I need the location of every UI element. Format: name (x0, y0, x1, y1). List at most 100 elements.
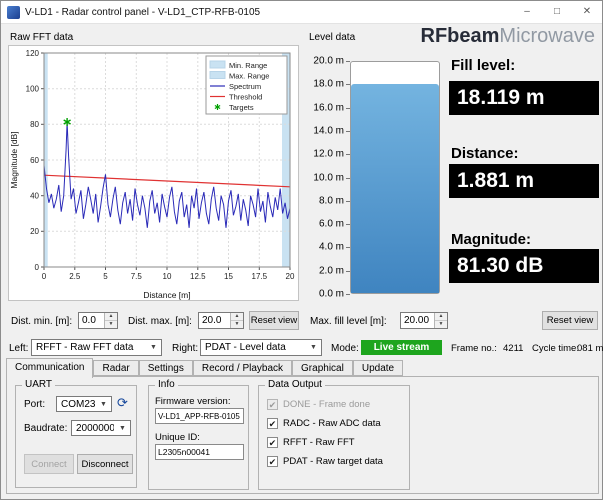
level-gauge: 20.0 m 18.0 m 16.0 m 14.0 m 12.0 m 10.0 m 8.0 … (306, 51, 440, 303)
spin-up-icon[interactable]: ▲ (435, 313, 447, 320)
communication-tab-panel: UART Port: COM23 ▼ ⟳ Baudrate: 2000000 ▼… (6, 376, 599, 494)
chevron-down-icon[interactable]: ▼ (96, 397, 111, 411)
spinner-buttons[interactable]: ▲ ▼ (230, 313, 243, 328)
unique-id-label: Unique ID: (155, 432, 200, 443)
level-section-title: Level data (309, 32, 356, 43)
window-controls: – □ ✕ (512, 1, 602, 23)
fft-plot-svg: 0 2.5 5 7.5 10 12.5 15 17.5 20 0 20 40 60 80 100 120 Dis… (9, 46, 298, 300)
chevron-down-icon[interactable]: ▼ (146, 340, 161, 355)
gauge-tick-label: 10.0 m (313, 172, 344, 183)
fft-plot: 0 2.5 5 7.5 10 12.5 15 17.5 20 0 20 40 60 80 100 120 Dis… (9, 46, 298, 305)
cycle-time-value: 081 ms (577, 343, 603, 354)
brand-microwave: Microwave (499, 25, 595, 47)
gauge-tickmark (346, 130, 350, 132)
right-plot-select[interactable]: PDAT - Level data ▼ (200, 339, 322, 356)
svg-text:80: 80 (30, 120, 39, 129)
tab-strip: Communication Radar Settings Record / Playb… (6, 358, 597, 378)
spinner-buttons[interactable]: ▲ ▼ (434, 313, 447, 328)
checkbox[interactable]: ✔ (267, 437, 278, 449)
svg-text:20: 20 (30, 227, 39, 236)
distance-value: 1.881 m (449, 164, 599, 198)
output-option-row: ✔ RADC - Raw ADC data (267, 415, 405, 434)
checkbox-label: DONE - Frame done (283, 399, 371, 411)
gauge-tickmark (346, 270, 350, 272)
fft-chart[interactable]: 0 2.5 5 7.5 10 12.5 15 17.5 20 0 20 40 60 80 100 120 Dis… (8, 45, 299, 301)
svg-text:Distance [m]: Distance [m] (143, 290, 190, 300)
gauge-tickmark (346, 84, 350, 86)
gauge-tickmark (346, 294, 350, 295)
svg-text:Max. Range: Max. Range (229, 71, 269, 80)
spin-up-icon[interactable]: ▲ (105, 313, 117, 320)
maximize-button[interactable]: □ (542, 1, 572, 23)
spinner-buttons[interactable]: ▲ ▼ (104, 313, 117, 328)
dist-min-spinner[interactable]: 0.0 ▲ ▼ (78, 312, 118, 329)
tab-graphical[interactable]: Graphical (292, 360, 353, 376)
gauge-tickmark (346, 61, 350, 62)
title-bar: V-LD1 - Radar control panel - V-LD1_CTP-… (1, 1, 602, 24)
connect-button: Connect (24, 454, 74, 474)
dist-max-value: 20.0 (202, 315, 222, 326)
info-group-title: Info (155, 379, 178, 390)
svg-text:40: 40 (30, 192, 39, 201)
data-output-group-title: Data Output (265, 379, 325, 390)
checkbox: ✔ (267, 399, 278, 411)
level-reset-view-button[interactable]: Reset view (542, 311, 598, 330)
baudrate-select[interactable]: 2000000 ▼ (71, 420, 131, 436)
svg-text:Targets: Targets (229, 103, 254, 112)
checkbox[interactable]: ✔ (267, 418, 278, 430)
spin-down-icon[interactable]: ▼ (105, 320, 117, 328)
disconnect-button[interactable]: Disconnect (77, 454, 133, 474)
spin-down-icon[interactable]: ▼ (435, 320, 447, 328)
svg-text:Min. Range: Min. Range (229, 61, 267, 70)
output-option-row: ✔ RFFT - Raw FFT (267, 434, 405, 453)
tab-record-playback[interactable]: Record / Playback (192, 360, 293, 376)
checkbox[interactable]: ✔ (267, 456, 278, 468)
max-fill-value: 20.00 (404, 315, 430, 326)
gauge-tick-label: 6.0 m (318, 218, 344, 230)
output-option-row: ✔ PDAT - Raw target data (267, 453, 405, 472)
gauge-tick-label: 0.0 m (318, 288, 344, 300)
unique-id-field[interactable]: L2305n00041 (155, 444, 244, 460)
spin-down-icon[interactable]: ▼ (231, 320, 243, 328)
tab-settings[interactable]: Settings (138, 360, 193, 376)
spin-up-icon[interactable]: ▲ (231, 313, 243, 320)
minimize-button[interactable]: – (512, 1, 542, 23)
fill-level-value: 18.119 m (449, 81, 599, 115)
gauge-tick-label: 20.0 m (313, 55, 344, 67)
tab-radar[interactable]: Radar (93, 360, 139, 376)
close-button[interactable]: ✕ (572, 1, 602, 23)
svg-text:60: 60 (30, 156, 39, 165)
baudrate-selected: 2000000 (76, 423, 114, 434)
frame-no-label: Frame no.: (451, 343, 497, 354)
uart-group: UART Port: COM23 ▼ ⟳ Baudrate: 2000000 ▼… (15, 379, 137, 488)
tab-update[interactable]: Update (352, 360, 404, 376)
port-selected: COM23 (61, 399, 95, 410)
svg-text:5: 5 (103, 272, 108, 281)
port-select[interactable]: COM23 ▼ (56, 396, 112, 412)
chevron-down-icon[interactable]: ▼ (306, 340, 321, 355)
tab-communication[interactable]: Communication (6, 358, 94, 378)
rfbeam-logo: RFbeamMicrowave (421, 25, 595, 48)
left-plot-label: Left: (9, 343, 29, 354)
output-option-row: ✔ DONE - Frame done (267, 396, 405, 415)
mode-label: Mode: (331, 343, 359, 354)
svg-text:20: 20 (286, 272, 295, 281)
gauge-tickmark (346, 200, 350, 202)
left-plot-select[interactable]: RFFT - Raw FFT data ▼ (31, 339, 162, 356)
firmware-version-field[interactable]: V-LD1_APP-RFB-0105 (155, 408, 244, 424)
chevron-down-icon[interactable]: ▼ (115, 421, 130, 435)
gauge-tickmark (346, 177, 350, 179)
svg-text:12.5: 12.5 (190, 272, 206, 281)
window-title: V-LD1 - Radar control panel - V-LD1_CTP-… (25, 6, 261, 18)
gauge-tickmark (346, 107, 350, 109)
gauge-tick-label: 8.0 m (318, 195, 344, 207)
port-label: Port: (24, 399, 46, 410)
checkbox-label: RFFT - Raw FFT (283, 437, 355, 449)
brand-rfbeam: RFbeam (420, 25, 500, 47)
max-fill-spinner[interactable]: 20.00 ▲ ▼ (400, 312, 448, 329)
svg-text:Magnitude [dB]: Magnitude [dB] (9, 131, 19, 188)
dist-max-spinner[interactable]: 20.0 ▲ ▼ (198, 312, 244, 329)
gauge-tickmark (346, 224, 350, 226)
fft-reset-view-button[interactable]: Reset view (249, 311, 299, 330)
refresh-ports-icon[interactable]: ⟳ (117, 395, 128, 411)
